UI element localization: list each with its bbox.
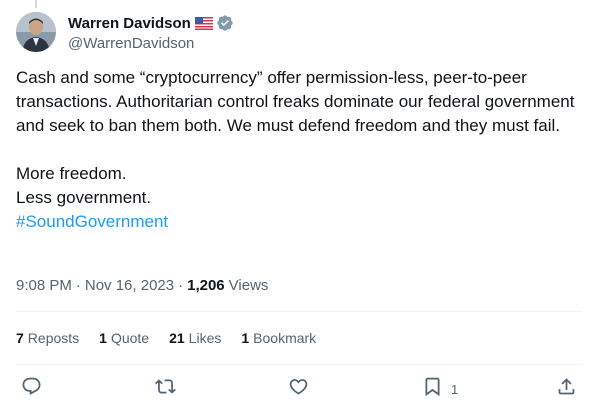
author-display-name[interactable]: Warren Davidson [68, 15, 191, 32]
reply-button[interactable] [21, 374, 42, 404]
bookmark-action-count: 1 [451, 381, 459, 397]
author-handle[interactable]: @WarrenDavidson [68, 35, 234, 52]
bookmarks-count: 1 [241, 330, 250, 346]
share-icon [556, 376, 577, 402]
us-flag-icon [194, 16, 213, 30]
like-icon [288, 376, 309, 402]
bookmark-icon [422, 376, 443, 402]
reposts-stat[interactable]: 7 Reposts [16, 330, 79, 346]
views-label: Views [228, 276, 269, 294]
tweet-time[interactable]: 9:08 PM [16, 277, 72, 294]
verified-badge-icon[interactable] [216, 14, 234, 32]
quotes-label: Quote [110, 330, 150, 346]
like-button[interactable] [288, 374, 309, 404]
likes-count: 21 [169, 330, 185, 346]
hashtag-link[interactable]: #SoundGovernment [16, 212, 168, 231]
reply-icon [21, 376, 42, 402]
bookmarks-label: Bookmark [253, 330, 317, 346]
bookmark-button[interactable]: 1 [422, 374, 458, 404]
repost-icon [155, 376, 176, 402]
meta-separator: · [178, 276, 184, 294]
tweet-body: Cash and some “cryptocurrency” offer per… [16, 68, 575, 207]
reposts-count: 7 [16, 330, 24, 346]
tweet-text: Cash and some “cryptocurrency” offer per… [16, 66, 576, 234]
quotes-count: 1 [99, 330, 107, 346]
reposts-label: Reposts [27, 330, 80, 346]
likes-label: Likes [188, 330, 222, 346]
divider [16, 311, 582, 312]
meta-separator: · [75, 276, 81, 294]
share-button[interactable] [556, 374, 577, 404]
engagement-stats: 7 Reposts 1 Quote 21 Likes 1 Bookmark [16, 328, 336, 348]
tweet-header: Warren Davidson @WarrenDavidson [16, 12, 234, 52]
repost-button[interactable] [155, 374, 176, 404]
thread-connector-line [35, 0, 37, 8]
quotes-stat[interactable]: 1 Quote [99, 330, 149, 346]
tweet-action-bar: 1 [0, 374, 598, 404]
views-count: 1,206 [187, 276, 225, 294]
avatar[interactable] [16, 12, 56, 52]
likes-stat[interactable]: 21 Likes [169, 330, 221, 346]
divider [16, 364, 582, 365]
tweet-metadata: 9:08 PM · Nov 16, 2023 · 1,206 Views [16, 275, 268, 295]
tweet-date[interactable]: Nov 16, 2023 [85, 277, 174, 294]
bookmarks-stat[interactable]: 1 Bookmark [241, 330, 316, 346]
